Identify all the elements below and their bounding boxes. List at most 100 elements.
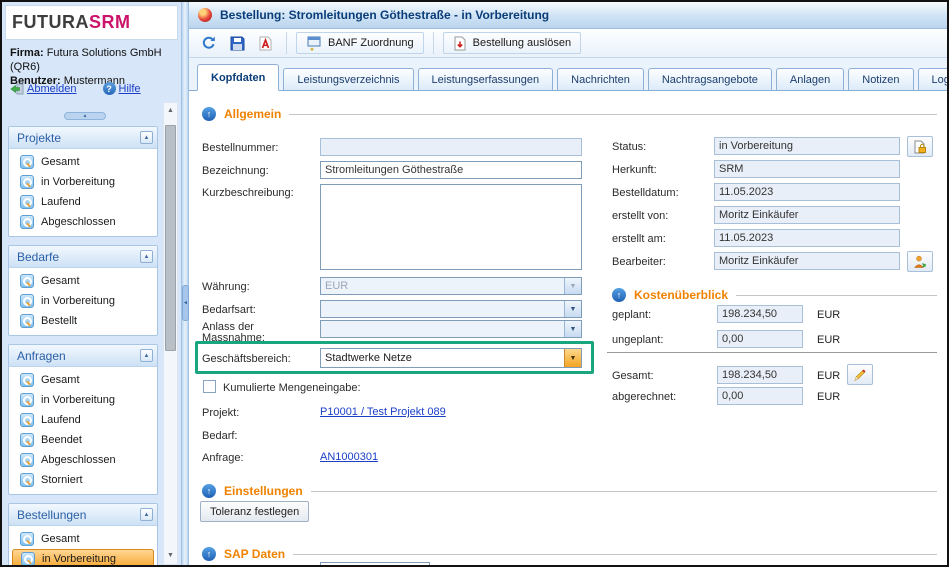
kumulierte-mengeneingabe-label: Kumulierte Mengeneingabe:	[223, 382, 361, 394]
sidebar-collapse-handle[interactable]: ◄	[182, 285, 189, 321]
edit-gesamt-button[interactable]	[847, 364, 873, 385]
tab-notizen[interactable]: Notizen	[848, 68, 913, 90]
sidebar-item-projekte-laufend[interactable]: Laufend	[12, 192, 154, 212]
save-button[interactable]	[225, 32, 249, 54]
status-input	[714, 137, 900, 155]
window-titlebar: Bestellung: Stromleitungen Göthestraße -…	[189, 2, 947, 29]
sidebar-item-projekte-in-vorbereitung[interactable]: in Vorbereitung	[12, 172, 154, 192]
sidebar-item-projekte-gesamt[interactable]: Gesamt	[12, 152, 154, 172]
geschaeftsbereich-select[interactable]: Stadtwerke Netze ▼	[320, 348, 582, 368]
banf-zuordnung-button[interactable]: BANF Zuordnung	[296, 32, 424, 54]
sidebar-item-anfragen-gesamt[interactable]: Gesamt	[12, 370, 154, 390]
search-icon	[20, 215, 34, 229]
sidebar-item-anfragen-in-vorbereitung[interactable]: in Vorbereitung	[12, 390, 154, 410]
gesamt-label: Gesamt:	[612, 370, 654, 382]
sap-field-clipped	[320, 562, 430, 565]
bedarfsart-label: Bedarfsart:	[202, 304, 256, 316]
projekt-link[interactable]: P10001 / Test Projekt 089	[320, 406, 446, 418]
tab-leistungserfassungen[interactable]: Leistungserfassungen	[418, 68, 554, 90]
collapse-icon[interactable]: ▲	[140, 250, 153, 263]
logout-label: Abmelden	[27, 83, 77, 95]
bestelldatum-input	[714, 183, 900, 201]
bestellung-ausloesen-button[interactable]: Bestellung auslösen	[443, 32, 581, 54]
panel-projekte-header[interactable]: Projekte ▲	[9, 127, 157, 149]
toleranz-festlegen-button[interactable]: Toleranz festlegen	[200, 501, 309, 522]
anlass-der-massnahme-select[interactable]: ▼	[320, 320, 582, 338]
sidebar-item-bedarfe-bestellt[interactable]: Bestellt	[12, 311, 154, 331]
scroll-up-icon[interactable]: ▲	[164, 104, 177, 117]
anlass-label: Anlass der Massnahme:	[202, 322, 265, 344]
gesamt-input	[717, 366, 803, 384]
collapse-icon[interactable]: ▲	[140, 349, 153, 362]
sidebar-item-bedarfe-in-vorbereitung[interactable]: in Vorbereitung	[12, 291, 154, 311]
search-icon	[20, 274, 34, 288]
tab-log[interactable]: Log	[918, 68, 949, 90]
search-icon	[20, 314, 34, 328]
search-icon	[20, 373, 34, 387]
section-rule	[293, 554, 937, 555]
help-icon: ?	[103, 82, 116, 95]
horizontal-splitter: ▲	[2, 111, 162, 121]
kopfdaten-content: ↑ Allgemein Bestellnummer: Bezeichnung: …	[189, 91, 947, 565]
kumulierte-mengeneingabe-checkbox[interactable]	[203, 380, 216, 393]
search-icon	[20, 175, 34, 189]
kosten-divider	[607, 352, 937, 353]
help-label: Hilfe	[119, 83, 141, 95]
sidebar-item-anfragen-beendet[interactable]: Beendet	[12, 430, 154, 450]
panel-bestellungen-header[interactable]: Bestellungen ▲	[9, 504, 157, 526]
geplant-currency: EUR	[817, 309, 840, 321]
search-icon	[20, 155, 34, 169]
bedarfsart-select[interactable]: ▼	[320, 300, 582, 318]
scrollbar-thumb[interactable]	[165, 125, 176, 351]
collapse-icon[interactable]: ▲	[140, 131, 153, 144]
sidebar-scrollbar[interactable]: ▲ ▼	[163, 102, 178, 565]
section-rule	[289, 114, 937, 115]
section-up-icon[interactable]: ↑	[202, 484, 216, 498]
geplant-input	[717, 305, 803, 323]
section-up-icon[interactable]: ↑	[202, 547, 216, 561]
main-area: Bestellung: Stromleitungen Göthestraße -…	[189, 2, 947, 565]
herkunft-label: Herkunft:	[612, 164, 657, 176]
sidebar-item-bestellungen-in-vorbereitung[interactable]: in Vorbereitung	[12, 549, 154, 565]
help-link[interactable]: ? Hilfe	[103, 82, 141, 95]
lock-document-icon	[913, 140, 927, 154]
erstellt-von-label: erstellt von:	[612, 210, 668, 222]
pdf-icon	[258, 36, 273, 51]
change-bearbeiter-button[interactable]	[907, 251, 933, 272]
sidebar-item-projekte-abgeschlossen[interactable]: Abgeschlossen	[12, 212, 154, 232]
ungeplant-input	[717, 330, 803, 348]
panel-anfragen-header[interactable]: Anfragen ▲	[9, 345, 157, 367]
tab-nachrichten[interactable]: Nachrichten	[557, 68, 644, 90]
anfrage-link[interactable]: AN1000301	[320, 451, 378, 463]
collapse-icon[interactable]: ▲	[140, 508, 153, 521]
tab-nachtragsangebote[interactable]: Nachtragsangebote	[648, 68, 772, 90]
tab-anlagen[interactable]: Anlagen	[776, 68, 844, 90]
sidebar-item-bestellungen-gesamt[interactable]: Gesamt	[12, 529, 154, 549]
sidebar-item-anfragen-abgeschlossen[interactable]: Abgeschlossen	[12, 450, 154, 470]
sidebar-item-anfragen-laufend[interactable]: Laufend	[12, 410, 154, 430]
dropdown-button[interactable]: ▼	[564, 349, 581, 367]
application-window: FUTURASRM Firma: Futura Solutions GmbH (…	[0, 0, 949, 567]
splitter-collapse-handle[interactable]: ▲	[64, 112, 106, 120]
scroll-down-icon[interactable]: ▼	[164, 549, 177, 562]
panel-title: Bedarfe	[17, 250, 59, 264]
kurzbeschreibung-textarea[interactable]	[320, 184, 582, 270]
sidebar-item-anfragen-storniert[interactable]: Storniert	[12, 470, 154, 490]
panel-anfragen: Anfragen ▲ Gesamt in Vorbereitung Laufen…	[8, 344, 158, 495]
tab-kopfdaten[interactable]: Kopfdaten	[197, 64, 279, 91]
tab-leistungsverzeichnis[interactable]: Leistungsverzeichnis	[283, 68, 413, 90]
refresh-button[interactable]	[197, 32, 221, 54]
pdf-export-button[interactable]	[253, 32, 277, 54]
dropdown-button[interactable]: ▼	[564, 301, 581, 317]
herkunft-input	[714, 160, 900, 178]
section-up-icon[interactable]: ↑	[612, 288, 626, 302]
sidebar-item-bedarfe-gesamt[interactable]: Gesamt	[12, 271, 154, 291]
bezeichnung-label: Bezeichnung:	[202, 165, 269, 177]
panel-title: Bestellungen	[17, 508, 86, 522]
logout-link[interactable]: Abmelden	[10, 83, 77, 95]
dropdown-button[interactable]: ▼	[564, 321, 581, 337]
status-lock-button[interactable]	[907, 136, 933, 157]
panel-bedarfe-header[interactable]: Bedarfe ▲	[9, 246, 157, 268]
bezeichnung-input[interactable]	[320, 161, 582, 179]
section-up-icon[interactable]: ↑	[202, 107, 216, 121]
